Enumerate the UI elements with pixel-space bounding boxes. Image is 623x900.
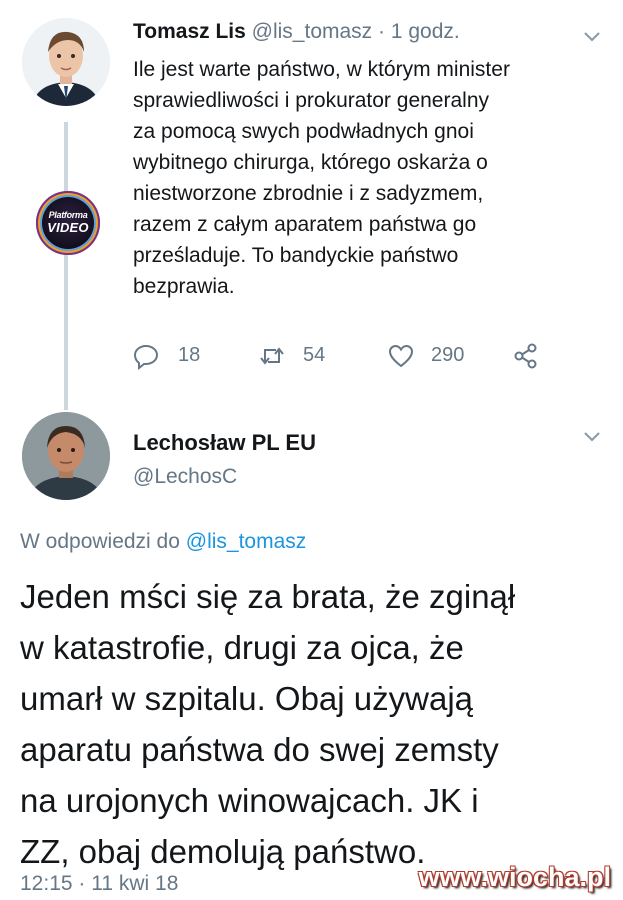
tweet1-line: niestworzone zbrodnie i z sadyzmem, [133,182,484,205]
tweet1-author-handle[interactable]: @lis_tomasz [252,20,373,43]
reply-count: 18 [178,344,201,366]
reply-to-line: W odpowiedzi do @lis_tomasz [20,530,306,554]
tweet1-line: razem z całym aparatem państwa go [133,213,477,236]
like-icon[interactable] [387,342,415,370]
tweet1-line: bezprawia. [133,275,235,298]
avatar-lechoslaw[interactable] [22,412,110,500]
tweet2-timestamp[interactable]: 12:15 · 11 kwi 18 [20,872,178,896]
reply-to-prefix: W odpowiedzi do [20,530,186,553]
tweet1-line: wybitnego chirurga, którego oskarża o [133,151,488,174]
tweet1-line: prześladuje. To bandyckie państwo [133,244,459,267]
reply-to-handle-link[interactable]: @lis_tomasz [186,530,307,553]
tweet1-author-name[interactable]: Tomasz Lis [133,20,246,43]
watermark: www.wiocha.pl [418,862,611,892]
tweet1-line: sprawiedliwości i prokurator generalny [133,89,489,112]
like-count: 290 [431,344,465,366]
share-icon[interactable] [512,342,540,370]
tweet2-author-name[interactable]: Lechosław PL EU [133,430,316,456]
retweet-count: 54 [303,344,326,366]
retweet-icon[interactable] [258,342,286,370]
tweet1-line: Ile jest warte państwo, w którym ministe… [133,58,510,81]
tweet2-line: Jeden mści się za brata, że zginął [20,578,516,615]
tweet2-author-handle[interactable]: @LechosC [133,465,237,489]
tweet1-header: Tomasz Lis @lis_tomasz · 1 godz. [133,20,460,44]
chevron-down-icon[interactable] [582,30,602,44]
tweet2-line: w katastrofie, drugi za ojca, że [20,629,464,666]
logo-text-platforma: Platforma [48,210,88,220]
reply-icon[interactable] [132,342,160,370]
tweet2-line: aparatu państwa do swej zemsty [20,731,499,768]
tweet2-line: umarł w szpitalu. Obaj używają [20,680,474,717]
tweet2-text: Jeden mści się za brata, że zginął w kat… [20,571,610,877]
logo-text-video: VIDEO [47,220,89,235]
tweet1-line: za pomocą swych podwładnych gnoi [133,120,474,143]
tweet1-time[interactable]: · 1 godz. [378,20,460,43]
thread-line [64,122,68,410]
chevron-down-icon[interactable] [582,430,602,444]
tweet2-line: na urojonych winowajcach. JK i [20,782,479,819]
tweet1-text: Ile jest warte państwo, w którym ministe… [133,54,588,302]
avatar-tomasz-lis[interactable] [22,18,110,106]
